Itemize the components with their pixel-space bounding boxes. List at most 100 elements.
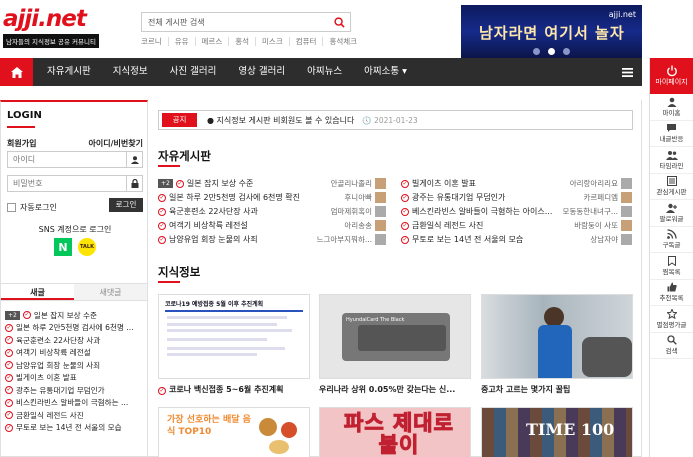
signup-link[interactable]: 회원가입 bbox=[7, 138, 36, 149]
menu-button[interactable] bbox=[612, 58, 642, 86]
sidebar-item-recommended[interactable]: 추천목록 bbox=[650, 280, 693, 306]
sidebar-item-my-home[interactable]: 마이홈 bbox=[650, 94, 693, 121]
card-caption[interactable]: 중고차 고르는 몇가지 꿀팁 bbox=[481, 384, 633, 395]
account-links: 회원가입 아이디/비번찾기 bbox=[7, 138, 143, 149]
sidebar-item-ratings[interactable]: 별점평가글 bbox=[650, 306, 693, 333]
list-item[interactable]: ✓ 광주는 유통대기업 무덤인가 bbox=[5, 384, 145, 397]
nav-item-community[interactable]: 아찌소통 ▾ bbox=[353, 58, 418, 86]
notice-bar[interactable]: 공지 ● 지식정보 게시판 비회원도 볼 수 있습니다 🕔 2021-01-23 bbox=[158, 110, 633, 130]
home-button[interactable] bbox=[0, 58, 33, 86]
list-item[interactable]: +2 ✓ 일본 잡지 보상 수준 bbox=[5, 309, 145, 322]
banner-dot[interactable] bbox=[563, 48, 570, 55]
avatar bbox=[621, 206, 632, 217]
table-row[interactable]: ✓ 베스킨라빈스 알바들이 극혐하는 아이스... 모동동한내녀구... bbox=[401, 205, 634, 218]
id-input[interactable] bbox=[8, 155, 126, 164]
post-author[interactable]: 안골리나졸리 bbox=[331, 178, 372, 189]
list-item[interactable]: ✓ 금환일식 레전드 사진 bbox=[5, 409, 145, 422]
avatar bbox=[621, 220, 632, 231]
password-input[interactable] bbox=[8, 179, 126, 188]
list-item[interactable]: ✓ 남양유업 회장 눈물의 사죄 bbox=[5, 359, 145, 372]
kakao-login-icon[interactable]: TALK bbox=[78, 238, 96, 256]
free-board-title[interactable]: 자유게시판 bbox=[158, 148, 211, 164]
quick-link[interactable]: 메르스 bbox=[196, 37, 230, 46]
nav-item-photo-gallery[interactable]: 사진 갤러리 bbox=[159, 58, 228, 86]
table-row[interactable]: ✓ 여객기 비상착륙 레전설 아리송송 bbox=[158, 219, 388, 232]
thumb-title: 가장 선호하는 배달 음식 TOP10 bbox=[167, 415, 251, 437]
sidebar-item-followers[interactable]: 팔로워글 bbox=[650, 200, 693, 227]
auto-login[interactable]: 자동로그인 bbox=[7, 202, 57, 213]
find-account-link[interactable]: 아이디/비번찾기 bbox=[89, 138, 143, 149]
nav-item-news[interactable]: 아찌뉴스 bbox=[296, 58, 353, 86]
tab-new-posts[interactable]: 새글 bbox=[1, 284, 74, 300]
nav-item-free-board[interactable]: 자유게시판 bbox=[36, 58, 102, 86]
my-page-button[interactable]: 마이페이지 bbox=[650, 58, 693, 94]
check-icon: ✓ bbox=[5, 423, 13, 432]
thumbnail-pas[interactable]: 파스 제대로 붙이 bbox=[319, 407, 471, 457]
table-row[interactable]: ✓ 남양유업 회장 눈물의 사죄 느그아부지뭐하... bbox=[158, 233, 388, 246]
sidebar-item-timeline[interactable]: 타임라인 bbox=[650, 147, 693, 174]
post-author[interactable]: 모동동한내녀구... bbox=[563, 206, 618, 217]
sidebar-item-search[interactable]: 검색 bbox=[650, 333, 693, 359]
main-content bbox=[148, 100, 642, 457]
quick-link[interactable]: 컴퓨터 bbox=[290, 37, 324, 46]
post-author[interactable]: 후니아빠 bbox=[344, 192, 372, 203]
post-author[interactable]: 엄마제휘혹이 bbox=[331, 206, 372, 217]
knowledge-title[interactable]: 지식정보 bbox=[158, 264, 200, 280]
naver-login-icon[interactable]: N bbox=[54, 238, 72, 256]
login-button[interactable]: 로그인 bbox=[109, 198, 143, 212]
count-badge: +2 bbox=[5, 310, 20, 320]
list-item[interactable]: ✓ 무토로 보는 14년 전 서울의 모습 bbox=[5, 422, 145, 435]
table-row[interactable]: ✓ 무토로 보는 14년 전 서울의 모습 상남자야 bbox=[401, 233, 634, 246]
table-row[interactable]: ✓ 육군훈련소 22사단장 사과 엄마제휘혹이 bbox=[158, 205, 388, 218]
sidebar-item-subscriptions[interactable]: 구독글 bbox=[650, 227, 693, 253]
list-item[interactable]: ✓ 빌게이츠 이혼 발표 bbox=[5, 372, 145, 385]
banner-dot[interactable] bbox=[548, 48, 555, 55]
tab-new-comments[interactable]: 새댓글 bbox=[74, 284, 147, 300]
list-item[interactable]: ✓ 비스킨라빈스 알바들이 극혐하는 ... bbox=[5, 397, 145, 410]
list-item[interactable]: ✓ 육군훈련소 22사단장 사과 bbox=[5, 334, 145, 347]
table-row[interactable]: ✓ 광주는 유통대기업 무덤인가 카르페디엠 bbox=[401, 191, 634, 204]
quick-link[interactable]: 홍석체크 bbox=[323, 37, 363, 46]
quick-link[interactable]: 유유 bbox=[169, 37, 196, 46]
sidebar-item-label: 구독글 bbox=[662, 241, 681, 250]
auto-login-checkbox[interactable] bbox=[7, 203, 16, 212]
post-author[interactable]: 상남자야 bbox=[590, 234, 618, 245]
site-logo[interactable]: ajji.net 남자들의 지식정보 공유 커뮤니티 bbox=[3, 6, 99, 50]
quick-link[interactable]: 홍석 bbox=[229, 37, 257, 46]
search-input[interactable] bbox=[142, 17, 328, 27]
banner-dot[interactable] bbox=[533, 48, 540, 55]
thumbnail-delivery[interactable]: 가장 선호하는 배달 음식 TOP10 bbox=[158, 407, 310, 457]
notice-text[interactable]: ● 지식정보 게시판 비회원도 볼 수 있습니다 bbox=[207, 115, 354, 126]
quick-links: 코르니 유유 메르스 홍석 미스크 컴퓨터 홍석체크 bbox=[141, 37, 363, 46]
thumbnail-card[interactable]: HyundaiCard The Black bbox=[319, 294, 471, 379]
card-caption[interactable]: 우리나라 상위 0.05%만 갖는다는 신... bbox=[319, 384, 471, 395]
list-item[interactable]: ✓ 일본 하루 2만5천명 검사에 6천명 ... bbox=[5, 322, 145, 335]
table-row[interactable]: ✓ 금환일식 레전드 사진 바람둥이 사또 bbox=[401, 219, 634, 232]
check-icon: ✓ bbox=[401, 221, 409, 230]
list-item[interactable]: ✓ 여객기 비상착륙 레전설 bbox=[5, 347, 145, 360]
post-author[interactable]: 아리송송 bbox=[344, 220, 372, 231]
bookmark-icon bbox=[667, 255, 676, 266]
table-row[interactable]: ✓ 빌게이츠 이혼 발표 아리랑아리리요 bbox=[401, 177, 634, 190]
table-row[interactable]: +2 ✓ 일본 잡지 보상 수준 안골리나졸리 bbox=[158, 177, 388, 190]
nav-item-knowledge[interactable]: 지식정보 bbox=[102, 58, 159, 86]
thumbnail-used-car[interactable] bbox=[481, 294, 633, 379]
post-author[interactable]: 바람둥이 사또 bbox=[574, 220, 618, 231]
chat-icon bbox=[667, 124, 676, 133]
sidebar-item-interest[interactable]: 관심게시판 bbox=[650, 174, 693, 200]
thumbnail-vaccine[interactable]: 코로나19 예방접종 5월 이후 추진계획 bbox=[158, 294, 310, 379]
card-caption[interactable]: ✓ 코로나 백신접종 5~6월 추진계획 bbox=[158, 384, 310, 395]
post-author[interactable]: 카르페디엠 bbox=[584, 192, 619, 203]
nav-item-video-gallery[interactable]: 영상 갤러리 bbox=[227, 58, 296, 86]
sidebar-item-reactions[interactable]: 내글반응 bbox=[650, 121, 693, 147]
post-author[interactable]: 느그아부지뭐하... bbox=[317, 234, 372, 245]
search-button[interactable] bbox=[328, 13, 350, 31]
thumbnail-time100[interactable]: TIME 100 bbox=[481, 407, 633, 457]
quick-link[interactable]: 코르니 bbox=[141, 37, 169, 46]
table-row[interactable]: ✓ 일본 하루 2만5천명 검사에 6천명 확진 후니아빠 bbox=[158, 191, 388, 204]
sidebar-item-wishlist[interactable]: 찜목록 bbox=[650, 253, 693, 280]
quick-link[interactable]: 미스크 bbox=[256, 37, 290, 46]
thumb-title: 코로나19 예방접종 5월 이후 추진계획 bbox=[165, 299, 303, 312]
post-author[interactable]: 아리랑아리리요 bbox=[570, 178, 618, 189]
ad-banner[interactable]: ajji.net 남자라면 여기서 놀자 bbox=[461, 5, 642, 58]
